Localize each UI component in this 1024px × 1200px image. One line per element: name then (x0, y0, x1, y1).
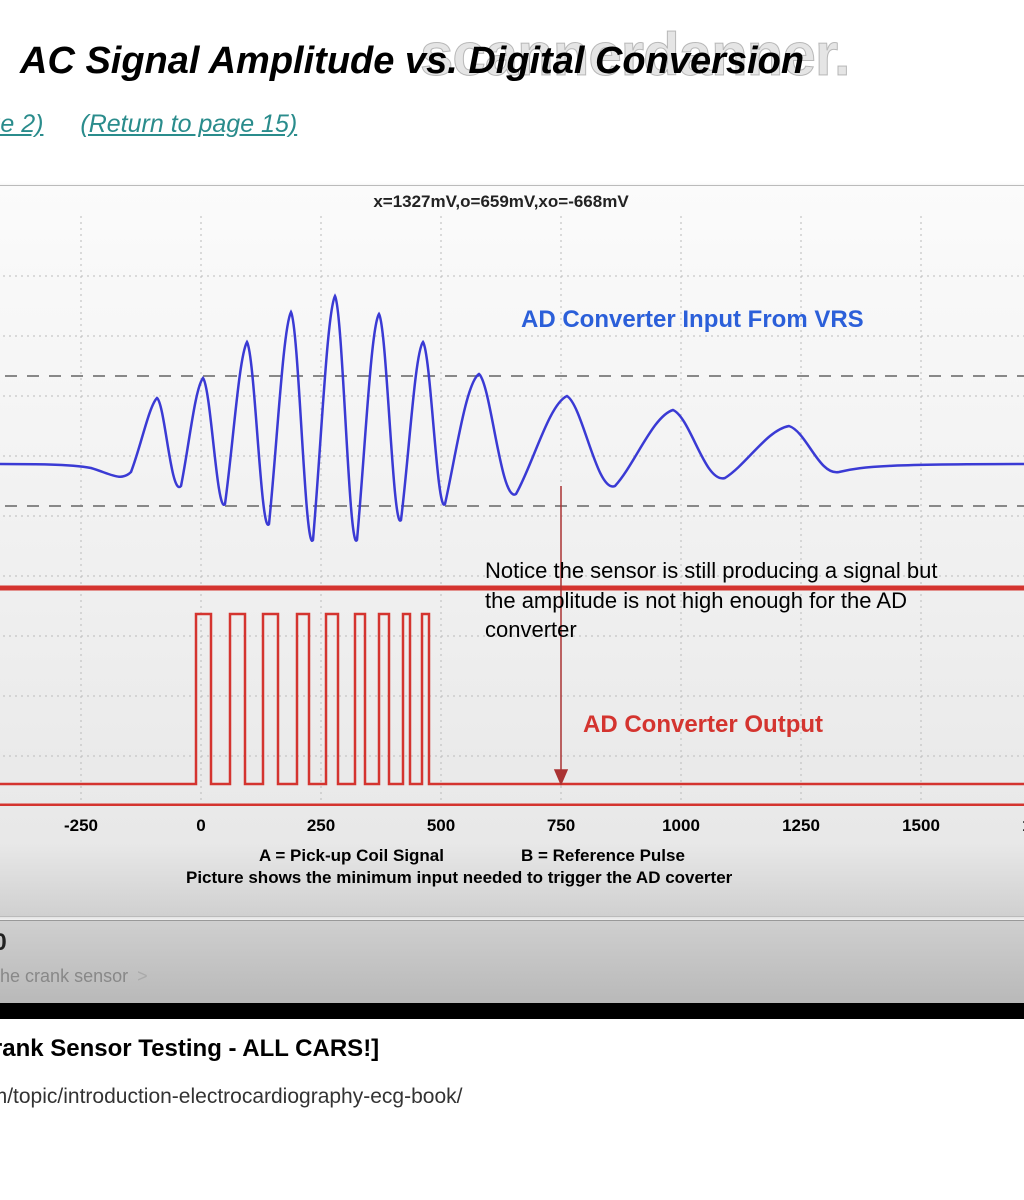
chart-svg (0, 216, 1024, 806)
scope-panel: x=1327mV,o=659mV,xo=-668mV (0, 185, 1024, 917)
x-tick: -250 (64, 816, 98, 836)
label-input: AD Converter Input From VRS (521, 306, 864, 334)
x-tick: 0 (196, 816, 205, 836)
chart-caption: Picture shows the minimum input needed t… (186, 868, 732, 888)
page-number: e 10 (0, 929, 7, 957)
video-title: tic Type Crank Sensor Testing - ALL CARS… (0, 1035, 379, 1063)
label-output: AD Converter Output (583, 711, 823, 739)
link-page-15[interactable]: (Return to page 15) (80, 110, 297, 138)
annotation-note: Notice the sensor is still producing a s… (485, 556, 945, 645)
nav-links: n to page 2) (Return to page 15) (0, 110, 327, 139)
chevron-right-icon: > (137, 966, 148, 986)
x-tick: 500 (427, 816, 455, 836)
legend-b: B = Reference Pulse (521, 846, 685, 866)
x-tick: 1500 (902, 816, 940, 836)
x-axis: -250 0 250 500 750 1000 1250 1500 1750 (0, 816, 1024, 846)
breadcrumb-text: n of the crank sensor (0, 966, 128, 986)
x-tick: 750 (547, 816, 575, 836)
page-title: AC Signal Amplitude vs. Digital Conversi… (20, 40, 804, 83)
x-tick: 1000 (662, 816, 700, 836)
breadcrumb[interactable]: n of the crank sensor > (0, 966, 152, 987)
x-tick: 1250 (782, 816, 820, 836)
divider-bar (0, 1003, 1024, 1019)
link-page-2[interactable]: n to page 2) (0, 110, 43, 138)
trace-analog-input (0, 296, 1024, 541)
chart-plot: AD Converter Input From VRS Notice the s… (0, 216, 1024, 806)
legend-a: A = Pick-up Coil Signal (259, 846, 444, 866)
cursor-readout: x=1327mV,o=659mV,xo=-668mV (0, 192, 1024, 212)
page-bar: e 10 n of the crank sensor > (0, 920, 1024, 1006)
reference-url[interactable]: cgwaves.com/topic/introduction-electroca… (0, 1085, 462, 1109)
x-tick: 250 (307, 816, 335, 836)
